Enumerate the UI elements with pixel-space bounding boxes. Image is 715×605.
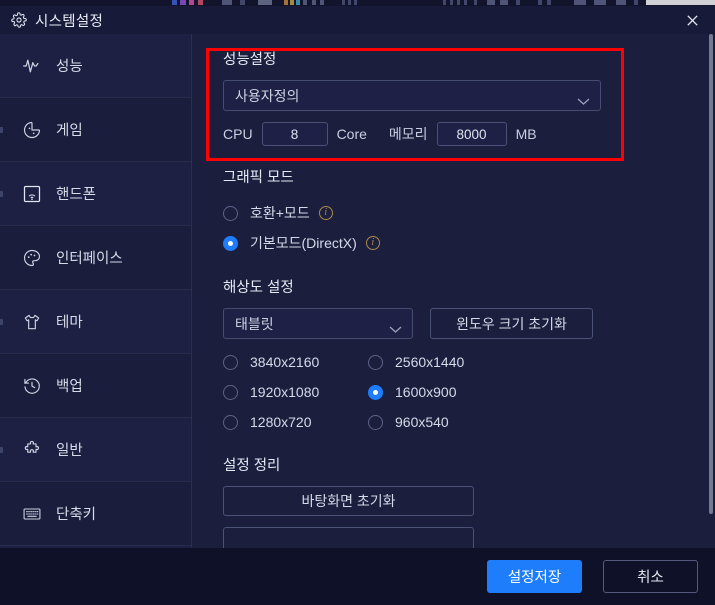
sidebar-item-label: 성능 (56, 59, 83, 75)
resolution-option-1600x900[interactable]: 1600x900 (368, 377, 513, 407)
sidebar-item-label: 단축키 (56, 507, 97, 523)
sidebar-item-game[interactable]: 게임 (0, 98, 191, 162)
radio-icon[interactable] (368, 384, 383, 400)
cpu-memory-row: CPU Core 메모리 MB (223, 122, 693, 146)
resolution-option-1280x720[interactable]: 1280x720 (223, 407, 368, 437)
sidebar: 성능 게임 핸드폰 인터페이스 테마 백업 일반 단축키 (0, 34, 192, 548)
graphics-mode-section-title: 그래픽 모드 (223, 170, 294, 186)
sidebar-item-label: 백업 (56, 379, 83, 395)
graphics-option-label: 호환+모드 (250, 205, 310, 221)
sidebar-item-shortcuts[interactable]: 단축키 (0, 482, 191, 546)
puzzle-piece-icon (22, 440, 42, 460)
history-clock-icon (22, 376, 42, 396)
resolution-preset-value: 태블릿 (235, 315, 274, 332)
info-icon[interactable]: i (365, 236, 380, 250)
resolution-option-2560x1440[interactable]: 2560x1440 (368, 347, 513, 377)
radio-icon[interactable] (223, 205, 238, 221)
performance-section-title: 성능설정 (223, 52, 277, 68)
memory-unit-label: MB (515, 126, 537, 142)
gamepad-icon (22, 120, 42, 140)
sidebar-item-general[interactable]: 일반 (0, 418, 191, 482)
sidebar-item-label: 핸드폰 (56, 187, 97, 203)
memory-input[interactable] (436, 122, 507, 146)
palette-icon (22, 248, 42, 268)
radio-icon[interactable] (368, 414, 383, 430)
save-button[interactable]: 설정저장 (487, 560, 582, 593)
sidebar-item-backup[interactable]: 백업 (0, 354, 191, 418)
resolution-option-label: 1280x720 (250, 414, 312, 430)
cleanup-section: 설정 정리 바탕화면 초기화 (223, 454, 693, 548)
graphics-mode-section: 그래픽 모드 호환+모드 i 기본모드(DirectX) i (223, 166, 693, 258)
chevron-down-icon (389, 321, 402, 337)
resolution-option-1920x1080[interactable]: 1920x1080 (223, 377, 368, 407)
resolution-option-label: 1920x1080 (250, 384, 320, 400)
radio-icon[interactable] (223, 235, 238, 251)
cleanup-section-title: 설정 정리 (223, 458, 281, 474)
sidebar-item-label: 인터페이스 (56, 251, 123, 267)
cpu-input[interactable] (261, 122, 328, 146)
resolution-section-title: 해상도 설정 (223, 280, 294, 296)
keyboard-icon (22, 504, 42, 524)
performance-profile-select[interactable]: 사용자정의 (223, 80, 601, 111)
content-scrollbar[interactable] (709, 34, 713, 548)
memory-label: 메모리 (388, 126, 428, 142)
resolution-option-960x540[interactable]: 960x540 (368, 407, 513, 437)
resolution-option-label: 3840x2160 (250, 354, 320, 370)
cleanup-secondary-button[interactable] (223, 527, 474, 548)
sidebar-item-label: 게임 (56, 123, 83, 139)
resolution-controls-row: 태블릿 윈도우 크기 초기화 (223, 308, 693, 339)
radio-icon[interactable] (223, 354, 238, 370)
resolution-section: 해상도 설정 태블릿 윈도우 크기 초기화 3840x2160 2560x144… (223, 276, 693, 437)
resolution-option-3840x2160[interactable]: 3840x2160 (223, 347, 368, 377)
radio-icon[interactable] (223, 414, 238, 430)
graphics-option-label: 기본모드(DirectX) (250, 235, 357, 251)
sidebar-edge-nub (0, 190, 3, 197)
settings-content-panel: 성능설정 사용자정의 CPU Core 메모리 MB (192, 34, 715, 548)
gear-icon (11, 12, 27, 28)
graphics-option-compat[interactable]: 호환+모드 i (223, 198, 693, 228)
radio-icon[interactable] (223, 384, 238, 400)
activity-pulse-icon (22, 56, 42, 76)
phone-signal-icon (22, 184, 42, 204)
sidebar-item-performance[interactable]: 성능 (0, 34, 191, 98)
resolution-options-grid: 3840x2160 2560x1440 1920x1080 1600x900 1… (223, 347, 693, 437)
sidebar-item-label: 일반 (56, 443, 83, 459)
reset-window-size-button[interactable]: 윈도우 크기 초기화 (430, 308, 593, 339)
sidebar-item-theme[interactable]: 테마 (0, 290, 191, 354)
system-settings-window: 시스템설정 성능 게임 핸드폰 인터페이스 테마 백업 일반 단축키 성능설정 … (0, 0, 715, 605)
cancel-button[interactable]: 취소 (603, 560, 698, 593)
cpu-label: CPU (223, 126, 253, 142)
performance-section: 성능설정 사용자정의 CPU Core 메모리 MB (223, 48, 693, 146)
sidebar-item-interface[interactable]: 인터페이스 (0, 226, 191, 290)
radio-icon[interactable] (368, 354, 383, 370)
reset-desktop-button[interactable]: 바탕화면 초기화 (223, 486, 474, 516)
info-icon[interactable]: i (318, 206, 333, 220)
title-bar: 시스템설정 (0, 6, 715, 34)
resolution-preset-select[interactable]: 태블릿 (223, 308, 413, 339)
resolution-option-label: 960x540 (395, 414, 449, 430)
sidebar-edge-nub (0, 318, 3, 325)
window-title: 시스템설정 (35, 13, 104, 30)
sidebar-edge-nub (0, 446, 3, 453)
sidebar-edge-nub (0, 126, 3, 133)
footer-bar: 설정저장 취소 (0, 548, 715, 605)
close-icon[interactable] (669, 6, 715, 34)
resolution-option-label: 1600x900 (395, 384, 457, 400)
tshirt-icon (22, 312, 42, 332)
performance-profile-value: 사용자정의 (235, 87, 300, 104)
chevron-down-icon (577, 93, 590, 109)
scrollbar-thumb[interactable] (709, 34, 713, 514)
cpu-unit-label: Core (336, 126, 367, 142)
graphics-option-directx[interactable]: 기본모드(DirectX) i (223, 228, 693, 258)
sidebar-item-label: 테마 (56, 315, 83, 331)
sidebar-item-phone[interactable]: 핸드폰 (0, 162, 191, 226)
resolution-option-label: 2560x1440 (395, 354, 465, 370)
